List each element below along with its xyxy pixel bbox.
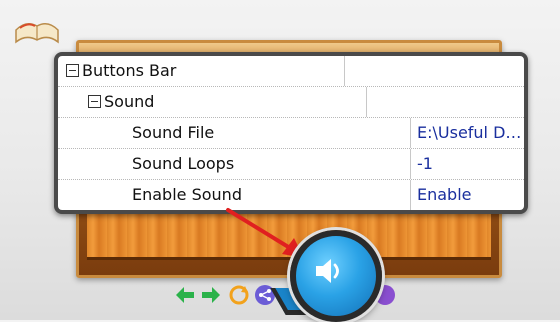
property-row-sound[interactable]: Sound: [58, 87, 524, 118]
property-row-buttons-bar[interactable]: Buttons Bar: [58, 56, 524, 87]
property-name-cell: Sound: [58, 87, 367, 117]
arrow-left-icon[interactable]: [174, 284, 196, 306]
sound-loops-value[interactable]: -1: [411, 149, 524, 179]
speaker-icon[interactable]: [290, 230, 382, 322]
properties-panel: Buttons Bar Sound Sound File E:\Useful D…: [54, 52, 528, 214]
property-row-sound-loops[interactable]: Sound Loops -1: [58, 149, 524, 180]
arrow-right-icon[interactable]: [200, 284, 222, 306]
sound-file-value[interactable]: E:\Useful Docum...: [411, 118, 524, 148]
book-icon: [14, 12, 60, 46]
property-name: Buttons Bar: [82, 61, 177, 80]
refresh-icon[interactable]: [228, 284, 250, 306]
property-name: Sound File: [58, 118, 411, 148]
property-name-cell: Buttons Bar: [58, 56, 345, 86]
property-value: [367, 87, 524, 117]
property-name: Sound: [104, 92, 155, 111]
enable-sound-value[interactable]: Enable: [411, 180, 524, 210]
collapse-icon[interactable]: [88, 95, 101, 108]
property-name: Sound Loops: [58, 149, 411, 179]
property-value: [345, 56, 524, 86]
property-row-sound-file[interactable]: Sound File E:\Useful Docum...: [58, 118, 524, 149]
collapse-icon[interactable]: [66, 64, 79, 77]
